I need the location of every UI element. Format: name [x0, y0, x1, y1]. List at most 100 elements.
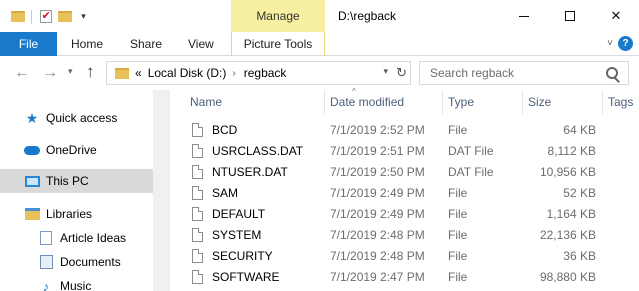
navigation-scrollbar[interactable] [153, 90, 170, 291]
file-name: NTUSER.DAT [212, 165, 288, 179]
sidebar-item-this-pc[interactable]: This PC [0, 169, 153, 193]
file-date: 7/1/2019 2:49 PM [330, 207, 425, 221]
back-arrow-icon[interactable]: ← [14, 64, 30, 82]
expand-ribbon-icon[interactable]: ˅ [607, 38, 613, 49]
tab-share[interactable]: Share [130, 32, 162, 56]
file-row[interactable]: BCD 7/1/2019 2:52 PM File 64 KB [170, 120, 639, 141]
column-divider[interactable] [324, 90, 325, 114]
navigation-bar: ← → ▾ ↑ « Local Disk (D:) › regback ▾ ↻ … [0, 56, 639, 90]
tab-manage[interactable]: Manage [231, 0, 325, 32]
minimize-button[interactable] [501, 0, 547, 32]
file-date: 7/1/2019 2:50 PM [330, 165, 425, 179]
column-header-name[interactable]: Name [190, 90, 222, 114]
file-icon [192, 123, 203, 137]
minimize-icon [519, 15, 529, 17]
computer-icon [24, 174, 40, 188]
file-date: 7/1/2019 2:47 PM [330, 270, 425, 284]
file-size: 52 KB [563, 186, 596, 200]
column-divider[interactable] [522, 90, 523, 114]
maximize-icon [565, 11, 575, 21]
chevron-down-icon[interactable]: ▾ [383, 66, 388, 77]
maximize-button[interactable] [547, 0, 593, 32]
ribbon-tabs: File Home Share View Picture Tools ˅ ? [0, 32, 639, 56]
file-size: 98,880 KB [539, 270, 596, 284]
file-type: File [448, 186, 468, 200]
file-size: 10,956 KB [539, 165, 596, 179]
close-button[interactable]: ✕ [593, 0, 639, 32]
breadcrumb-local-disk[interactable]: Local Disk (D:) [148, 66, 227, 80]
window-controls: ✕ [501, 0, 639, 32]
sidebar-item-label: Article Ideas [60, 231, 127, 245]
file-type: File [448, 123, 468, 137]
tab-picture-tools[interactable]: Picture Tools [231, 32, 325, 56]
forward-arrow-icon[interactable]: → [42, 64, 58, 82]
breadcrumb-overflow[interactable]: « [135, 66, 142, 80]
tab-home[interactable]: Home [71, 32, 103, 56]
file-date: 7/1/2019 2:51 PM [330, 144, 425, 158]
sidebar-item-label: This PC [46, 174, 89, 188]
star-icon: ★ [25, 109, 39, 126]
file-size: 64 KB [563, 123, 596, 137]
sidebar-item-label: Libraries [46, 207, 93, 221]
library-icon [24, 207, 40, 221]
file-type: DAT File [448, 165, 494, 179]
window-title: D:\regback [338, 9, 397, 23]
column-header-tags[interactable]: Tags [608, 90, 633, 114]
up-arrow-icon[interactable]: ↑ [86, 62, 95, 82]
file-row[interactable]: SAM 7/1/2019 2:49 PM File 52 KB [170, 183, 639, 204]
file-row[interactable]: SOFTWARE 7/1/2019 2:47 PM File 98,880 KB [170, 267, 639, 288]
file-row[interactable]: NTUSER.DAT 7/1/2019 2:50 PM DAT File 10,… [170, 162, 639, 183]
folder-icon [8, 8, 27, 25]
file-date: 7/1/2019 2:48 PM [330, 249, 425, 263]
file-size: 36 KB [563, 249, 596, 263]
tab-file[interactable]: File [0, 32, 57, 56]
file-icon [192, 270, 203, 284]
breadcrumb-regback[interactable]: regback [244, 66, 287, 80]
column-divider[interactable] [442, 90, 443, 114]
file-size: 1,164 KB [546, 207, 596, 221]
properties-icon[interactable] [36, 8, 55, 25]
file-row[interactable]: SYSTEM 7/1/2019 2:48 PM File 22,136 KB [170, 225, 639, 246]
sidebar-item-quick-access[interactable]: ★ Quick access [0, 106, 153, 130]
address-bar[interactable]: « Local Disk (D:) › regback ▾ ↻ [106, 61, 411, 85]
file-row[interactable]: USRCLASS.DAT 7/1/2019 2:51 PM DAT File 8… [170, 141, 639, 162]
sort-indicator-icon: ^ [352, 87, 356, 96]
recent-locations-icon[interactable]: ▾ [68, 66, 73, 77]
file-name: SYSTEM [212, 228, 262, 242]
quick-access-toolbar: ▾ [8, 8, 93, 25]
file-icon [192, 249, 203, 263]
sidebar-item-label: Music [60, 279, 92, 291]
sidebar-item-documents[interactable]: Documents [0, 250, 153, 274]
file-date: 7/1/2019 2:48 PM [330, 228, 425, 242]
sidebar-item-label: Quick access [46, 111, 118, 125]
file-date: 7/1/2019 2:52 PM [330, 123, 425, 137]
file-name: BCD [212, 123, 238, 137]
file-name: USRCLASS.DAT [212, 144, 304, 158]
file-list: Name Date modified ^ Type Size Tags BCD … [170, 87, 639, 291]
search-icon [606, 67, 618, 79]
column-divider[interactable] [602, 90, 603, 114]
file-type: File [448, 228, 468, 242]
sidebar-item-libraries[interactable]: Libraries [0, 202, 153, 226]
search-input[interactable]: Search regback [430, 66, 606, 80]
file-date: 7/1/2019 2:49 PM [330, 186, 425, 200]
sidebar-item-music[interactable]: ♪ Music [0, 274, 153, 291]
file-name: DEFAULT [212, 207, 266, 221]
sidebar-item-article-ideas[interactable]: Article Ideas [0, 226, 153, 250]
customize-qat-icon[interactable]: ▾ [74, 8, 93, 25]
file-row[interactable]: DEFAULT 7/1/2019 2:49 PM File 1,164 KB [170, 204, 639, 225]
column-header-date-modified[interactable]: Date modified [330, 90, 404, 114]
new-folder-icon[interactable] [55, 8, 74, 25]
file-row[interactable]: SECURITY 7/1/2019 2:48 PM File 36 KB [170, 246, 639, 267]
search-box[interactable]: Search regback [419, 61, 629, 85]
tab-view[interactable]: View [188, 32, 214, 56]
sidebar-item-onedrive[interactable]: OneDrive [0, 138, 153, 162]
column-header-size[interactable]: Size [528, 90, 551, 114]
refresh-icon[interactable]: ↻ [396, 65, 407, 81]
sidebar-item-label: Documents [60, 255, 121, 269]
help-icon[interactable]: ? [618, 36, 633, 51]
column-header-type[interactable]: Type [448, 90, 474, 114]
navigation-pane: ★ Quick access OneDrive This PC Librarie… [0, 90, 153, 291]
file-name: SECURITY [212, 249, 273, 263]
chevron-right-icon[interactable]: › [232, 68, 235, 79]
